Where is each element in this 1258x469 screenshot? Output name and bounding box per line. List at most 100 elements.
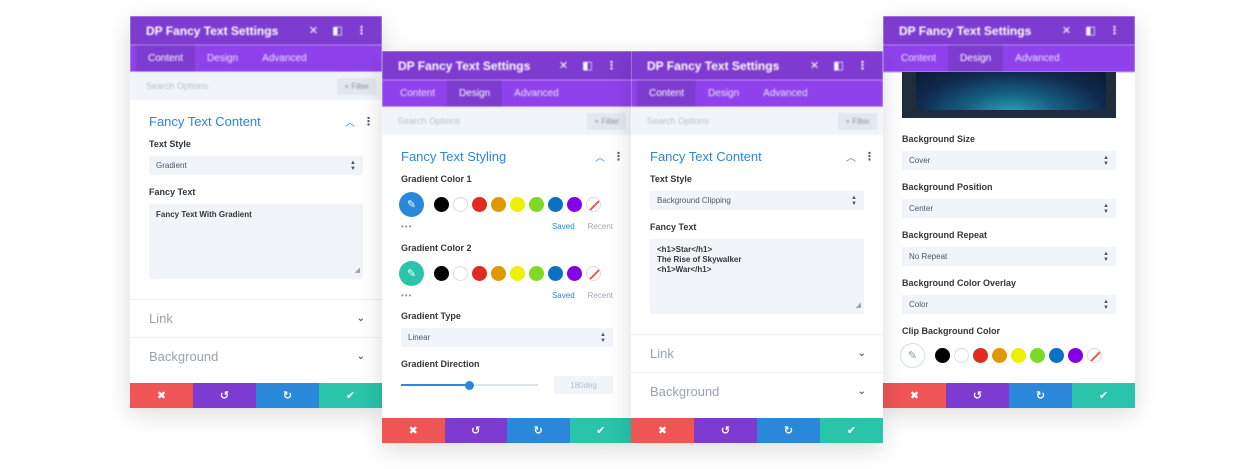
color-swatch[interactable] (510, 265, 525, 281)
no-color-swatch[interactable] (586, 196, 601, 212)
eyedropper-icon[interactable]: ✎ (399, 191, 424, 217)
color-swatch[interactable] (453, 196, 468, 212)
gradient-type-select[interactable]: Linear ▲ ▼ (401, 328, 613, 347)
text-style-select[interactable]: Gradient ▲ ▼ (149, 156, 363, 175)
color-swatch[interactable] (434, 196, 449, 212)
color-swatch[interactable] (548, 265, 563, 281)
color-swatch[interactable] (529, 265, 544, 281)
recent-colors-tab[interactable]: Recent (588, 222, 613, 231)
filter-button[interactable]: + Filter (337, 77, 376, 95)
more-options-icon[interactable]: ⋮ (613, 150, 624, 163)
resize-grip-icon[interactable]: ◢ (856, 301, 861, 311)
redo-button[interactable]: ↻ (757, 418, 820, 443)
color-swatch[interactable] (935, 347, 950, 363)
slider-handle[interactable] (465, 380, 474, 390)
save-button[interactable]: ✔ (1072, 383, 1135, 408)
color-swatch[interactable] (567, 265, 582, 281)
close-icon[interactable]: ✕ (1060, 24, 1073, 37)
fancy-text-textarea[interactable]: <h1>Star</h1> The Rise of Skywalker <h1>… (650, 239, 864, 314)
expand-icon[interactable]: ⋮ (355, 24, 368, 37)
background-image-preview[interactable] (902, 72, 1116, 118)
text-style-select[interactable]: Background Clipping ▲ ▼ (650, 191, 864, 210)
save-button[interactable]: ✔ (820, 418, 883, 443)
color-swatch[interactable] (1049, 347, 1064, 363)
filter-button[interactable]: + Filter (587, 112, 626, 130)
redo-button[interactable]: ↻ (507, 418, 570, 443)
color-swatch[interactable] (491, 196, 506, 212)
tab-advanced[interactable]: Advanced (502, 80, 570, 107)
section-header[interactable]: Fancy Text Styling ︿ ⋮ (382, 138, 632, 174)
color-swatch[interactable] (434, 265, 449, 281)
redo-button[interactable]: ↻ (1009, 383, 1072, 408)
tab-content[interactable]: Content (388, 80, 447, 107)
section-header[interactable]: Fancy Text Content ︿ ⋮ (130, 103, 382, 139)
toggle-background[interactable]: Background ⌄ (130, 337, 382, 375)
eyedropper-icon[interactable]: ✎ (399, 260, 424, 286)
search-input[interactable]: Search Options (647, 116, 709, 126)
tab-content[interactable]: Content (889, 45, 948, 72)
saved-colors-tab[interactable]: Saved (552, 291, 575, 300)
bg-overlay-select[interactable]: Color ▲ ▼ (902, 295, 1116, 314)
sidebar-toggle-icon[interactable]: ◧ (581, 59, 594, 72)
tab-design[interactable]: Design (195, 45, 250, 72)
expand-icon[interactable]: ⋮ (856, 59, 869, 72)
toggle-link[interactable]: Link ⌄ (130, 299, 382, 337)
search-input[interactable]: Search Options (146, 81, 208, 91)
saved-colors-tab[interactable]: Saved (552, 222, 575, 231)
color-swatch[interactable] (1030, 347, 1045, 363)
more-options-icon[interactable]: ⋮ (864, 150, 875, 163)
no-color-swatch[interactable] (586, 265, 601, 281)
tab-design[interactable]: Design (696, 80, 751, 107)
sidebar-toggle-icon[interactable]: ◧ (331, 24, 344, 37)
color-swatch[interactable] (548, 196, 563, 212)
chevron-up-icon[interactable]: ︿ (345, 114, 355, 129)
gradient-direction-slider[interactable] (401, 380, 538, 390)
close-icon[interactable]: ✕ (557, 59, 570, 72)
undo-button[interactable]: ↺ (694, 418, 757, 443)
undo-button[interactable]: ↺ (444, 418, 507, 443)
bg-repeat-select[interactable]: No Repeat ▲ ▼ (902, 247, 1116, 266)
expand-icon[interactable]: ⋮ (1108, 24, 1121, 37)
color-swatch[interactable] (954, 347, 969, 363)
search-input[interactable]: Search Options (398, 116, 460, 126)
color-swatch[interactable] (1068, 347, 1083, 363)
tab-content[interactable]: Content (136, 45, 196, 72)
more-options-icon[interactable]: ⋮ (363, 115, 374, 128)
color-swatch[interactable] (510, 196, 525, 212)
chevron-up-icon[interactable]: ︿ (595, 149, 605, 164)
close-icon[interactable]: ✕ (307, 24, 320, 37)
discard-button[interactable]: ✖ (382, 418, 445, 443)
discard-button[interactable]: ✖ (130, 383, 193, 408)
redo-button[interactable]: ↻ (256, 383, 319, 408)
tab-advanced[interactable]: Advanced (1003, 45, 1071, 72)
undo-button[interactable]: ↺ (946, 383, 1009, 408)
bg-size-select[interactable]: Cover ▲ ▼ (902, 151, 1116, 170)
color-swatch[interactable] (491, 265, 506, 281)
save-button[interactable]: ✔ (569, 418, 632, 443)
toggle-background[interactable]: Background ⌄ (631, 372, 883, 410)
tab-design[interactable]: Design (948, 45, 1004, 72)
color-swatch[interactable] (453, 265, 468, 281)
eyedropper-icon[interactable]: ✎ (900, 342, 925, 368)
toggle-link[interactable]: Link ⌄ (631, 334, 883, 372)
tab-advanced[interactable]: Advanced (250, 45, 318, 72)
sidebar-toggle-icon[interactable]: ◧ (1084, 24, 1097, 37)
more-swatches-icon[interactable]: ••• (401, 291, 412, 300)
color-swatch[interactable] (472, 265, 487, 281)
color-swatch[interactable] (567, 196, 582, 212)
sidebar-toggle-icon[interactable]: ◧ (832, 59, 845, 72)
bg-position-select[interactable]: Center ▲ ▼ (902, 199, 1116, 218)
resize-grip-icon[interactable]: ◢ (355, 266, 360, 276)
recent-colors-tab[interactable]: Recent (588, 291, 613, 300)
section-header[interactable]: Fancy Text Content ︿ ⋮ (631, 138, 883, 174)
more-swatches-icon[interactable]: ••• (401, 222, 412, 231)
color-swatch[interactable] (1011, 347, 1026, 363)
chevron-up-icon[interactable]: ︿ (846, 149, 856, 164)
color-swatch[interactable] (992, 347, 1007, 363)
color-swatch[interactable] (973, 347, 988, 363)
undo-button[interactable]: ↺ (193, 383, 256, 408)
tab-design[interactable]: Design (447, 80, 503, 107)
fancy-text-textarea[interactable]: Fancy Text With Gradient ◢ (149, 204, 363, 279)
tab-advanced[interactable]: Advanced (751, 80, 819, 107)
expand-icon[interactable]: ⋮ (605, 59, 618, 72)
